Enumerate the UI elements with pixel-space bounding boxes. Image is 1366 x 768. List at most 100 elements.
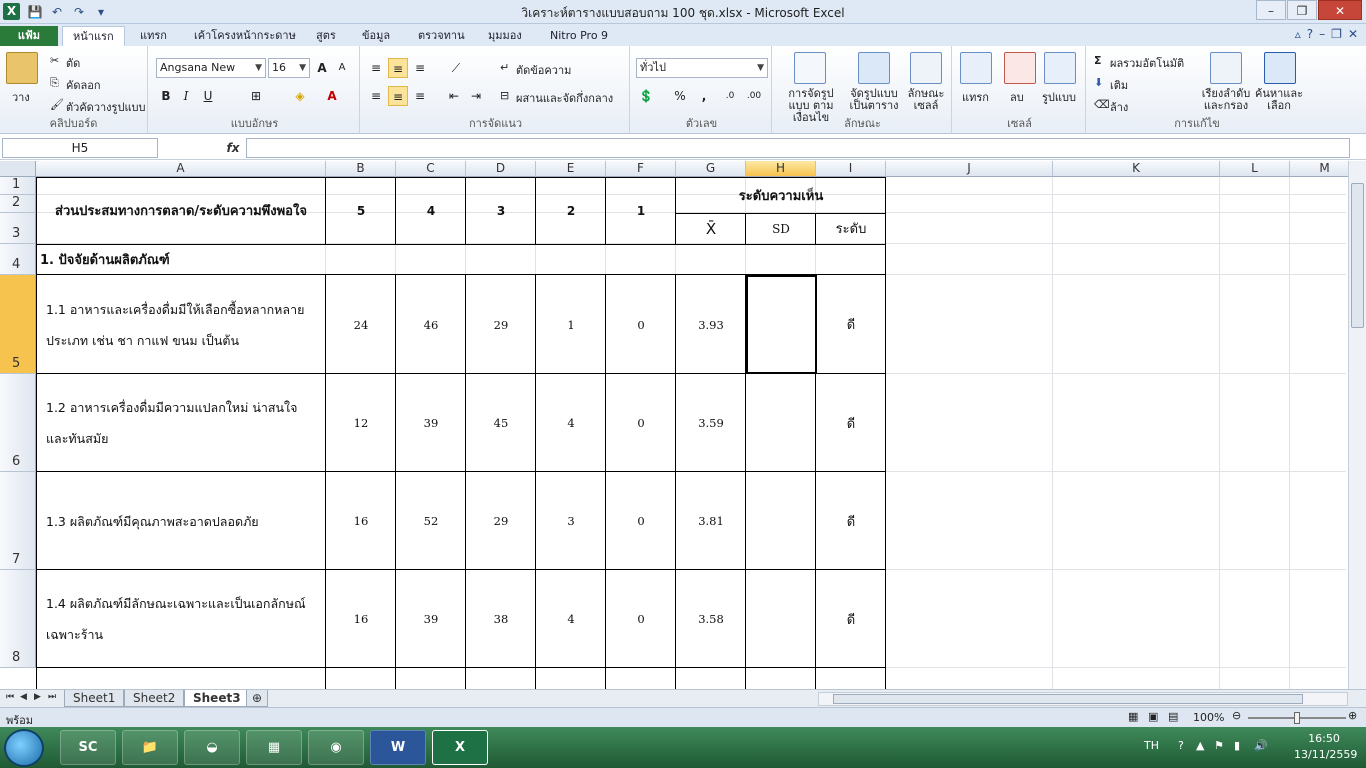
tab-view[interactable]: มุมมอง <box>478 26 532 46</box>
item-level-cell[interactable]: ดี <box>816 472 886 570</box>
column-header-h[interactable]: H <box>746 161 816 177</box>
cell-styles-icon[interactable] <box>910 52 942 84</box>
item-v3-cell[interactable]: 45 <box>466 374 536 472</box>
item-v3-cell[interactable]: 38 <box>466 570 536 668</box>
zoom-level[interactable]: 100% <box>1193 711 1224 724</box>
volume-icon[interactable]: 🔊 <box>1254 739 1268 752</box>
item-level-cell[interactable]: ดี <box>816 570 886 668</box>
worksheet-grid[interactable]: ส่วนประสมทางการตลาด/ระดับความพึงพอใจ 5 4… <box>36 177 1346 689</box>
item-level-cell[interactable]: ดี <box>816 275 886 374</box>
paste-icon[interactable] <box>6 52 38 84</box>
item-v3-cell[interactable]: 29 <box>466 472 536 570</box>
name-box[interactable]: H5 <box>2 138 158 158</box>
increase-indent-icon[interactable]: ⇥ <box>466 86 486 106</box>
header-level[interactable]: ระดับ <box>816 213 886 244</box>
row-header-1[interactable]: 1 <box>0 177 36 195</box>
item-v5-cell[interactable]: 24 <box>326 275 396 374</box>
item-label[interactable]: 1.3 ผลิตภัณฑ์มีคุณภาพสะอาดปลอดภัย <box>40 472 322 570</box>
network-icon[interactable]: ▮ <box>1234 739 1240 752</box>
page-break-view-icon[interactable]: ▤ <box>1168 710 1178 723</box>
sort-filter-icon[interactable] <box>1210 52 1242 84</box>
help-icon[interactable]: ? <box>1307 27 1313 41</box>
minimize-button[interactable]: – <box>1256 0 1286 20</box>
shrink-font-icon[interactable]: A <box>332 58 352 78</box>
zoom-out-icon[interactable]: ⊖ <box>1232 709 1241 722</box>
fill-button[interactable]: เติม <box>1110 76 1128 94</box>
folder-icon[interactable]: 📁 <box>122 730 178 765</box>
format-cells-icon[interactable] <box>1044 52 1076 84</box>
column-header-c[interactable]: C <box>396 161 466 177</box>
zoom-in-icon[interactable]: ⊕ <box>1348 709 1357 722</box>
drive-icon[interactable]: ◒ <box>184 730 240 765</box>
start-button[interactable] <box>4 729 44 767</box>
borders-icon[interactable]: ⊞ <box>246 86 266 106</box>
tab-formulas[interactable]: สูตร <box>306 26 346 46</box>
align-bottom-icon[interactable]: ≡ <box>410 58 430 78</box>
chrome-icon[interactable]: ◉ <box>308 730 364 765</box>
item-v2-cell[interactable]: 1 <box>536 275 606 374</box>
item-level-cell[interactable]: ดี <box>816 374 886 472</box>
header-sd[interactable]: SD <box>746 213 816 244</box>
tab-insert[interactable]: แทรก <box>130 26 177 46</box>
insert-function-icon[interactable]: fx <box>222 138 244 158</box>
item-sd-cell[interactable] <box>746 374 816 472</box>
accounting-format-icon[interactable]: 💲 <box>636 86 656 106</box>
tab-review[interactable]: ตรวจทาน <box>408 26 475 46</box>
header-marketing-mix[interactable]: ส่วนประสมทางการตลาด/ระดับความพึงพอใจ <box>36 177 326 244</box>
copy-icon[interactable]: ⎘ <box>50 76 59 90</box>
row-header-3[interactable]: 3 <box>0 213 36 244</box>
item-v1-cell[interactable]: 0 <box>606 374 676 472</box>
item-v4-cell[interactable]: 39 <box>396 570 466 668</box>
item-label[interactable]: 1.1 อาหารและเครื่องดื่มมีให้เลือกซื้อหลา… <box>40 275 322 374</box>
format-cells-button[interactable]: รูปแบบ <box>1042 88 1076 106</box>
column-header-d[interactable]: D <box>466 161 536 177</box>
column-header-i[interactable]: I <box>816 161 886 177</box>
format-as-table-icon[interactable] <box>858 52 890 84</box>
find-select-icon[interactable] <box>1264 52 1296 84</box>
merge-center-icon[interactable]: ⊟ <box>500 89 509 102</box>
item-v1-cell[interactable]: 0 <box>606 275 676 374</box>
item-sd-cell[interactable] <box>746 570 816 668</box>
item-v2-cell[interactable]: 4 <box>536 374 606 472</box>
horizontal-scroll-thumb[interactable] <box>833 694 1303 704</box>
column-header-l[interactable]: L <box>1220 161 1290 177</box>
tab-nitro[interactable]: Nitro Pro 9 <box>540 26 618 46</box>
item-v4-cell[interactable]: 52 <box>396 472 466 570</box>
tab-file[interactable]: แฟ้ม <box>0 26 58 46</box>
decrease-decimal-icon[interactable]: .00 <box>744 86 764 106</box>
next-sheet-icon[interactable]: ▶ <box>34 692 41 702</box>
paste-button[interactable]: วาง <box>12 88 30 106</box>
align-right-icon[interactable]: ≡ <box>410 86 430 106</box>
header-scale-3[interactable]: 3 <box>466 177 536 244</box>
help-tray-icon[interactable]: ? <box>1178 739 1184 752</box>
item-v5-cell[interactable]: 16 <box>326 472 396 570</box>
copy-button[interactable]: คัดลอก <box>66 76 101 94</box>
select-all-corner[interactable] <box>0 161 36 177</box>
italic-icon[interactable]: I <box>176 86 196 106</box>
item-v5-cell[interactable]: 12 <box>326 374 396 472</box>
cut-icon[interactable]: ✂ <box>50 54 59 67</box>
wrap-text-button[interactable]: ตัดข้อความ <box>516 61 571 79</box>
column-header-a[interactable]: A <box>36 161 326 177</box>
first-sheet-icon[interactable]: ⏮ <box>6 692 14 702</box>
vertical-scroll-thumb[interactable] <box>1351 183 1364 328</box>
tab-page-layout[interactable]: เค้าโครงหน้ากระดาษ <box>184 26 306 46</box>
row-header-4[interactable]: 4 <box>0 244 36 275</box>
column-header-k[interactable]: K <box>1053 161 1220 177</box>
item-v1-cell[interactable]: 0 <box>606 570 676 668</box>
column-header-b[interactable]: B <box>326 161 396 177</box>
sheet-tab-sheet2[interactable]: Sheet2 <box>124 690 185 707</box>
align-middle-icon[interactable]: ≡ <box>388 58 408 78</box>
find-select-button[interactable]: ค้นหาและ เลือก <box>1254 88 1304 112</box>
workbook-restore-icon[interactable]: ❐ <box>1331 27 1342 41</box>
item-v2-cell[interactable]: 3 <box>536 472 606 570</box>
language-indicator[interactable]: TH <box>1144 739 1159 752</box>
taskbar-sc-app[interactable]: SC <box>60 730 116 765</box>
delete-cells-icon[interactable] <box>1004 52 1036 84</box>
item-v4-cell[interactable]: 39 <box>396 374 466 472</box>
comma-style-icon[interactable]: , <box>694 86 714 106</box>
item-mean-cell[interactable]: 3.93 <box>676 275 746 374</box>
item-v2-cell[interactable]: 4 <box>536 570 606 668</box>
format-painter-icon[interactable]: 🖌 <box>50 98 64 111</box>
item-mean-cell[interactable]: 3.59 <box>676 374 746 472</box>
